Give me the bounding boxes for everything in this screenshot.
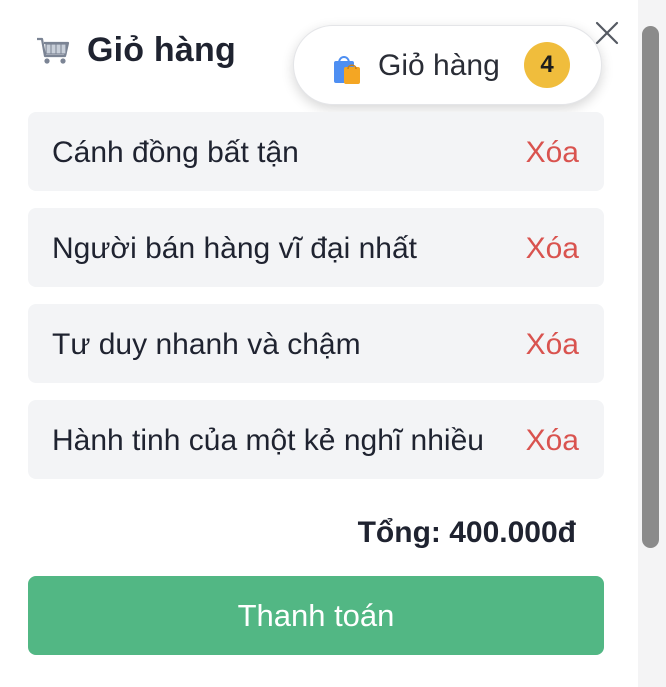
- cart-count-badge: 4: [524, 42, 570, 88]
- cart-item-name: Cánh đồng bất tận: [52, 136, 299, 169]
- remove-item-button[interactable]: Xóa: [526, 208, 579, 287]
- shopping-bag-icon: [334, 56, 360, 84]
- remove-item-button[interactable]: Xóa: [526, 304, 579, 383]
- cart-item: Cánh đồng bất tận Xóa: [28, 112, 604, 191]
- cart-pill-label: Giỏ hàng: [378, 49, 500, 82]
- cart-item-name: Hành tinh của một kẻ nghĩ nhiều: [52, 424, 484, 457]
- checkout-button[interactable]: Thanh toán: [28, 576, 604, 655]
- cart-panel: Giỏ hàng Giỏ hàng 4 Cánh đồng bất tận Xó…: [0, 0, 638, 687]
- cart-item-name: Tư duy nhanh và chậm: [52, 328, 361, 361]
- scrollbar-thumb[interactable]: [642, 26, 659, 548]
- cart-item: Người bán hàng vĩ đại nhất Xóa: [28, 208, 604, 287]
- close-icon: [595, 21, 619, 45]
- cart-item-list: Cánh đồng bất tận Xóa Người bán hàng vĩ …: [28, 112, 604, 496]
- close-button[interactable]: [590, 16, 624, 50]
- cart-title: Giỏ hàng: [87, 30, 236, 69]
- cart-header: Giỏ hàng: [33, 30, 236, 70]
- cart-item-name: Người bán hàng vĩ đại nhất: [52, 232, 417, 265]
- cart-item: Hành tinh của một kẻ nghĩ nhiều Xóa: [28, 400, 604, 479]
- cart-count-pill[interactable]: Giỏ hàng 4: [293, 25, 602, 105]
- shopping-cart-icon: [37, 37, 70, 64]
- remove-item-button[interactable]: Xóa: [526, 112, 579, 191]
- remove-item-button[interactable]: Xóa: [526, 400, 579, 479]
- cart-item: Tư duy nhanh và chậm Xóa: [28, 304, 604, 383]
- cart-total: Tổng: 400.000đ: [357, 516, 576, 549]
